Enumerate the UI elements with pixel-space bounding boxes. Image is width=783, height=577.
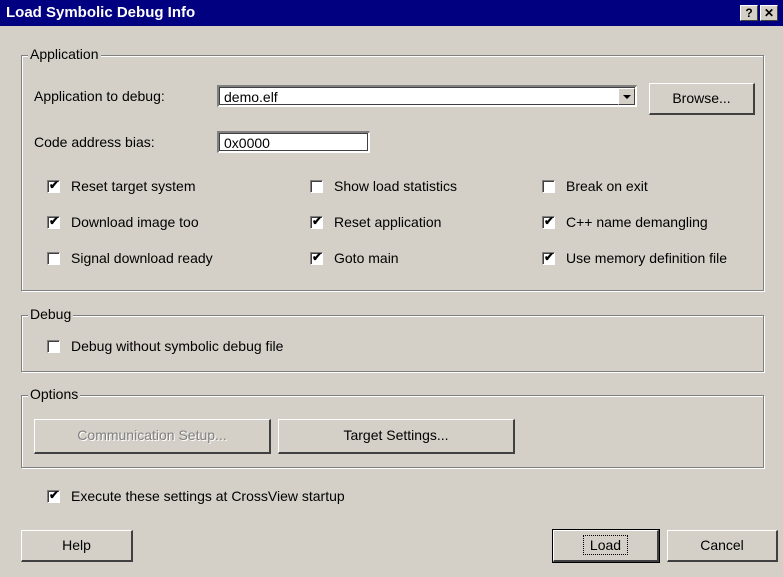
code-address-bias-label: Code address bias: [34, 134, 155, 150]
signal-download-ready-checkbox[interactable]: Signal download ready [47, 250, 213, 266]
check-icon: ✔ [312, 249, 323, 264]
checkbox-box: ✔ [47, 487, 60, 503]
checkbox-box: ✔ [310, 213, 323, 229]
use-memory-definition-file-checkbox[interactable]: ✔ Use memory definition file [542, 250, 727, 266]
chevron-down-icon [623, 95, 631, 99]
close-icon[interactable]: ✕ [760, 5, 778, 21]
application-select-value: demo.elf [224, 89, 278, 105]
debug-legend: Debug [28, 306, 74, 322]
application-to-debug-label: Application to debug: [34, 88, 165, 104]
options-legend: Options [28, 386, 81, 402]
checkbox-label: Goto main [334, 250, 399, 266]
check-icon: ✔ [544, 213, 555, 228]
check-icon: ✔ [49, 213, 60, 228]
break-on-exit-checkbox[interactable]: Break on exit [542, 178, 648, 194]
help-title-button[interactable]: ? [740, 5, 758, 21]
checkbox-box: ✔ [542, 249, 555, 265]
communication-setup-button[interactable]: Communication Setup... [34, 419, 271, 454]
target-settings-button[interactable]: Target Settings... [278, 419, 515, 454]
checkbox-label: C++ name demangling [566, 214, 708, 230]
window-title: Load Symbolic Debug Info [6, 4, 196, 21]
checkbox-box [542, 179, 555, 193]
goto-main-checkbox[interactable]: ✔ Goto main [310, 250, 399, 266]
reset-application-checkbox[interactable]: ✔ Reset application [310, 214, 441, 230]
checkbox-label: Reset application [334, 214, 442, 230]
check-icon: ✔ [49, 177, 60, 192]
execute-at-startup-checkbox[interactable]: ✔ Execute these settings at CrossView st… [47, 488, 345, 504]
load-button-label: Load [582, 535, 629, 555]
browse-button[interactable]: Browse... [649, 83, 755, 115]
code-address-bias-value: 0x0000 [224, 135, 270, 151]
checkbox-box [47, 339, 60, 353]
application-legend: Application [28, 46, 101, 62]
debug-without-symbolic-checkbox[interactable]: Debug without symbolic debug file [47, 338, 283, 354]
checkbox-label: Break on exit [566, 178, 648, 194]
checkbox-box: ✔ [47, 177, 60, 193]
checkbox-label: Debug without symbolic debug file [71, 338, 284, 354]
show-load-statistics-checkbox[interactable]: Show load statistics [310, 178, 457, 194]
cancel-button[interactable]: Cancel [667, 530, 778, 562]
download-image-too-checkbox[interactable]: ✔ Download image too [47, 214, 199, 230]
code-address-bias-input[interactable]: 0x0000 [217, 131, 370, 153]
load-button[interactable]: Load [552, 529, 660, 563]
checkbox-box: ✔ [47, 213, 60, 229]
cpp-name-demangling-checkbox[interactable]: ✔ C++ name demangling [542, 214, 708, 230]
reset-target-system-checkbox[interactable]: ✔ Reset target system [47, 178, 196, 194]
checkbox-box: ✔ [542, 213, 555, 229]
check-icon: ✔ [312, 213, 323, 228]
checkbox-box [47, 251, 60, 265]
checkbox-label: Execute these settings at CrossView star… [71, 488, 345, 504]
dropdown-button[interactable] [618, 88, 635, 105]
checkbox-box [310, 179, 323, 193]
check-icon: ✔ [544, 249, 555, 264]
help-button[interactable]: Help [21, 530, 133, 562]
checkbox-label: Reset target system [71, 178, 196, 194]
title-bar: Load Symbolic Debug Info ? ✕ [0, 0, 783, 26]
checkbox-label: Signal download ready [71, 250, 213, 266]
checkbox-box: ✔ [310, 249, 323, 265]
checkbox-label: Use memory definition file [566, 250, 728, 266]
check-icon: ✔ [49, 487, 60, 502]
checkbox-label: Download image too [71, 214, 199, 230]
checkbox-label: Show load statistics [334, 178, 457, 194]
application-select[interactable]: demo.elf [217, 85, 637, 107]
